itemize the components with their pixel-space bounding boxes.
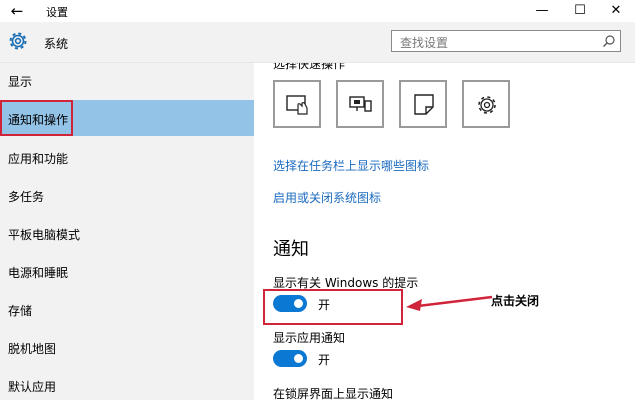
quick-action-tile-settings[interactable] (462, 80, 510, 128)
link-system-icons[interactable]: 启用或关闭系统图标 (273, 189, 381, 206)
search-placeholder: 查找设置 (400, 36, 449, 50)
search-input[interactable]: 查找设置 (391, 30, 621, 52)
toggle-knob (294, 354, 303, 363)
sidebar-item-label: 脱机地图 (8, 342, 57, 356)
sidebar-item-notifications[interactable]: 通知和操作 (0, 100, 254, 136)
toggle-windows-tips[interactable] (273, 295, 307, 312)
back-arrow-icon[interactable]: ← (8, 2, 26, 20)
sidebar-item-display[interactable]: 显示 (0, 63, 254, 99)
annotation-arrow-icon (406, 295, 493, 311)
note-icon (414, 94, 434, 115)
sidebar-item-label: 多任务 (8, 190, 45, 204)
maximize-button[interactable]: ☐ (563, 1, 597, 21)
project-icon (349, 96, 372, 112)
setting-label-lock-screen: 在锁屏界面上显示通知 (273, 387, 394, 400)
title-bar: ← 设置 — ☐ ✕ (0, 0, 635, 22)
sidebar-item-label: 存储 (8, 304, 33, 318)
sidebar-item-label: 平板电脑模式 (8, 228, 81, 242)
quick-action-tile-project[interactable] (336, 80, 384, 128)
gear-icon (9, 32, 27, 50)
header: 系统 查找设置 (0, 22, 635, 63)
toggle-knob (294, 299, 303, 308)
sidebar-item-default-apps[interactable]: 默认应用 (0, 367, 254, 403)
quick-action-tile-tablet[interactable] (273, 80, 321, 128)
search-icon[interactable] (602, 34, 616, 48)
tablet-mode-icon (286, 95, 308, 115)
notifications-heading: 通知 (273, 239, 309, 260)
toggle-app-notifications[interactable] (273, 350, 307, 367)
close-button[interactable]: ✕ (599, 1, 633, 21)
sidebar-item-label: 默认应用 (8, 380, 57, 394)
settings-icon (478, 96, 496, 114)
sidebar-item-storage[interactable]: 存储 (0, 291, 254, 327)
toggle-state-windows-tips: 开 (318, 298, 331, 312)
quick-actions-heading: 选择快速操作 (273, 63, 346, 71)
sidebar-item-apps[interactable]: 应用和功能 (0, 139, 254, 175)
annotation-text: 点击关闭 (491, 294, 540, 308)
sidebar-item-label: 应用和功能 (8, 152, 69, 166)
setting-label-app-notifications: 显示应用通知 (273, 331, 346, 345)
sidebar-item-label: 电源和睡眠 (8, 266, 69, 280)
page-title: 系统 (44, 37, 69, 51)
main-content: 选择快速操作 选择在任务栏上显示哪些图标 启用或关闭系统图标 通知 显示有关 W… (254, 63, 635, 400)
window-title: 设置 (46, 6, 68, 19)
sidebar-item-tablet-mode[interactable]: 平板电脑模式 (0, 215, 254, 251)
sidebar-item-offline-maps[interactable]: 脱机地图 (0, 329, 254, 365)
link-taskbar-icons[interactable]: 选择在任务栏上显示哪些图标 (273, 157, 429, 174)
sidebar-item-power[interactable]: 电源和睡眠 (0, 253, 254, 289)
quick-action-tile-note[interactable] (399, 80, 447, 128)
minimize-button[interactable]: — (525, 1, 559, 21)
sidebar-item-label: 通知和操作 (8, 113, 69, 127)
sidebar: 显示 通知和操作 应用和功能 多任务 平板电脑模式 电源和睡眠 存储 脱机地图 … (0, 63, 254, 400)
sidebar-item-multitasking[interactable]: 多任务 (0, 177, 254, 213)
toggle-state-app-notifications: 开 (318, 353, 331, 367)
sidebar-item-label: 显示 (8, 75, 33, 89)
